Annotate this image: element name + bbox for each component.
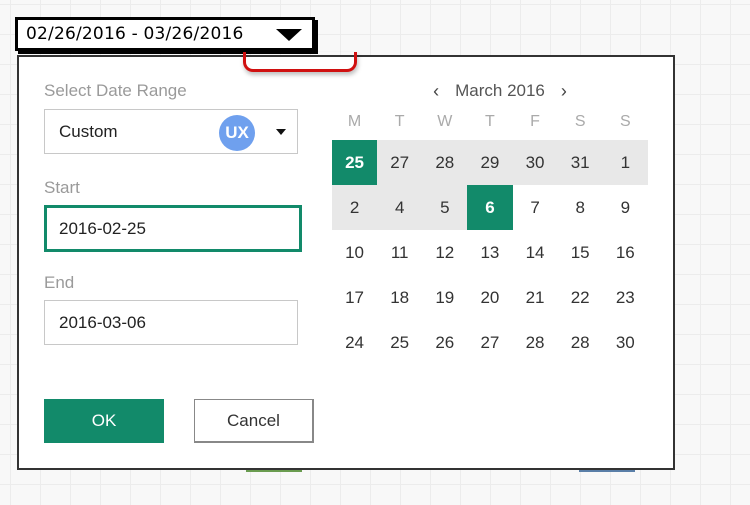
chevron-down-icon <box>276 129 286 135</box>
calendar-week-row: 24 25 26 27 28 28 30 <box>332 320 648 365</box>
weekday-label: S <box>619 113 631 130</box>
calendar-header: ‹ March 2016 › <box>410 80 590 102</box>
calendar-day[interactable]: 21 <box>513 275 558 320</box>
weekday-label: W <box>437 113 453 130</box>
start-label: Start <box>44 178 80 197</box>
ux-badge-icon: UX <box>219 115 255 151</box>
calendar-day-selected[interactable]: 25 <box>332 140 378 185</box>
calendar-day[interactable]: 16 <box>603 230 648 275</box>
calendar-grid: M T W T F S S 25 27 28 29 30 31 1 2 4 5 6 7 8 9 10 11 12 13 14 15 1… <box>332 104 648 365</box>
calendar-day[interactable]: 10 <box>332 230 377 275</box>
calendar-day[interactable]: 12 <box>422 230 467 275</box>
calendar-day[interactable]: 31 <box>557 140 603 185</box>
end-date-input[interactable]: 2016-03-06 <box>44 300 298 345</box>
calendar-day[interactable]: 5 <box>422 185 468 230</box>
calendar-day[interactable]: 22 <box>558 275 603 320</box>
date-range-trigger[interactable]: 02/26/2016 - 03/26/2016 <box>15 17 315 51</box>
calendar-day[interactable]: 23 <box>603 275 648 320</box>
range-preset-select[interactable]: Custom UX <box>44 109 298 154</box>
calendar-day[interactable]: 9 <box>603 185 648 230</box>
range-preset-value: Custom <box>59 121 118 141</box>
calendar-day[interactable]: 28 <box>558 320 603 365</box>
cancel-button[interactable]: Cancel <box>194 399 314 443</box>
weekday-header-row: MTWTFSS <box>332 104 648 140</box>
calendar-day[interactable]: 8 <box>558 185 603 230</box>
month-title: March 2016 <box>455 81 545 100</box>
calendar-day[interactable]: 29 <box>467 140 513 185</box>
start-date-input[interactable]: 2016-02-25 <box>44 205 302 252</box>
calendar-day[interactable]: 2 <box>332 185 378 230</box>
calendar-day[interactable]: 26 <box>422 320 467 365</box>
calendar-week-row: 17 18 19 20 21 22 23 <box>332 275 648 320</box>
calendar-day[interactable]: 19 <box>422 275 467 320</box>
calendar-day[interactable]: 30 <box>512 140 558 185</box>
ok-button[interactable]: OK <box>44 399 164 443</box>
calendar-day[interactable]: 28 <box>422 140 468 185</box>
end-label: End <box>44 273 75 292</box>
calendar-day[interactable]: 7 <box>513 185 558 230</box>
calendar-day[interactable]: 15 <box>558 230 603 275</box>
calendar-day[interactable]: 17 <box>332 275 377 320</box>
calendar-day-selected[interactable]: 6 <box>467 185 513 230</box>
end-date-value: 2016-03-06 <box>59 312 146 332</box>
calendar-day[interactable]: 25 <box>377 320 422 365</box>
annotation-callout <box>243 52 357 72</box>
calendar-day[interactable]: 27 <box>467 320 512 365</box>
caret-down-icon[interactable] <box>276 29 302 41</box>
calendar-day[interactable]: 18 <box>377 275 422 320</box>
calendar-day[interactable]: 4 <box>377 185 423 230</box>
calendar-day[interactable]: 13 <box>467 230 512 275</box>
weekday-label: T <box>485 113 495 130</box>
date-range-text: 02/26/2016 - 03/26/2016 <box>26 24 244 44</box>
start-date-value: 2016-02-25 <box>59 218 146 238</box>
calendar-day[interactable]: 30 <box>603 320 648 365</box>
calendar-week-row: 10 11 12 13 14 15 16 <box>332 230 648 275</box>
calendar-day[interactable]: 27 <box>377 140 423 185</box>
calendar-week-row: 2456789 <box>332 185 648 230</box>
weekday-label: T <box>394 113 405 130</box>
calendar-day[interactable]: 1 <box>602 140 648 185</box>
calendar-day[interactable]: 24 <box>332 320 377 365</box>
calendar-week-row: 25 27 28 29 30 31 1 <box>332 140 648 185</box>
calendar-day[interactable]: 20 <box>467 275 512 320</box>
weekday-label: F <box>530 113 540 130</box>
chevron-left-icon[interactable]: ‹ <box>427 81 445 102</box>
calendar-day[interactable]: 28 <box>513 320 558 365</box>
weekday-label: S <box>574 113 586 130</box>
select-range-label: Select Date Range <box>44 81 187 100</box>
calendar-day[interactable]: 11 <box>377 230 422 275</box>
calendar-day[interactable]: 14 <box>513 230 558 275</box>
weekday-label: M <box>347 113 362 130</box>
chevron-right-icon[interactable]: › <box>555 81 573 102</box>
